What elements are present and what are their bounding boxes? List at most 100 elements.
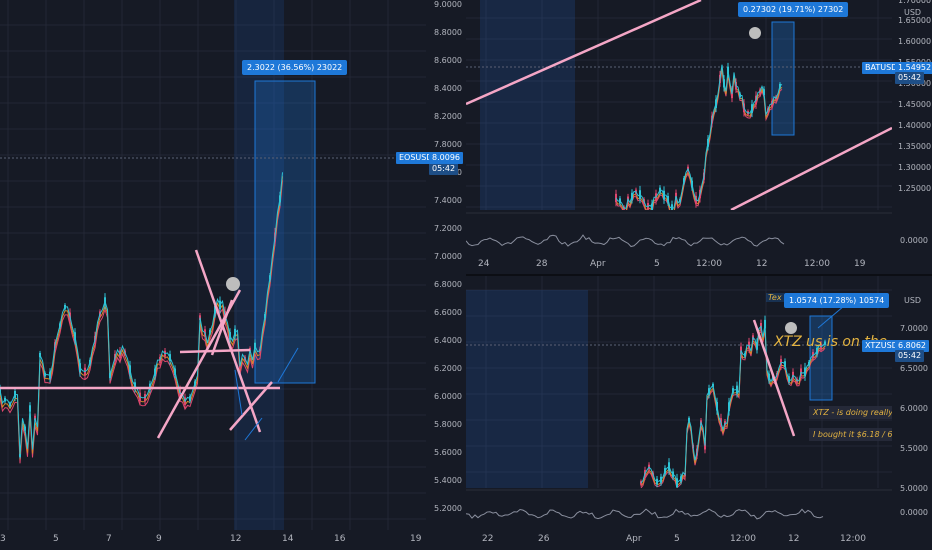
tr-time-tick: 12:00 [696, 259, 722, 269]
tr-time-tick: 24 [478, 259, 490, 269]
bottom-right-time-axis[interactable]: 22 26 Apr 5 12:00 12 12:00 [466, 530, 892, 550]
br-price-tick: 5.0000 [900, 484, 928, 493]
tr-price-line [615, 64, 783, 209]
bottom-right-chart-canvas[interactable] [466, 276, 892, 530]
left-price-tick: 6.8000 [434, 280, 462, 289]
tr-ma-orange [615, 67, 783, 212]
br-time-tick: 12:00 [730, 534, 756, 544]
left-time-tick: 3 [0, 534, 6, 544]
br-time-tick: 26 [538, 534, 550, 544]
top-right-chart-pane[interactable]: 0.27302 (19.71%) 27302 [466, 0, 892, 256]
tr-last-price: 1.54952 [898, 63, 932, 72]
left-time-tick: 19 [410, 534, 422, 544]
left-time-axis[interactable]: 3 5 7 9 12 14 16 19 [0, 530, 426, 550]
br-time-tick: 5 [674, 534, 680, 544]
tr-osc-tick: 0.0000 [900, 236, 928, 245]
left-countdown: 05:42 [432, 164, 456, 173]
left-price-tick: 9.0000 [434, 0, 462, 9]
left-price-tick: 5.8000 [434, 420, 462, 429]
tr-time-tick: Apr [590, 259, 606, 269]
left-price-tick: 7.4000 [434, 196, 462, 205]
tr-measure-box [771, 21, 795, 136]
br-text-note[interactable]: Tex [766, 293, 784, 302]
br-price-tick: 6.0000 [900, 404, 928, 413]
tr-price-tick: 1.60000 [898, 37, 932, 46]
tr-time-tick: 19 [854, 259, 866, 269]
left-price-tick: 6.0000 [434, 392, 462, 401]
left-time-tick: 14 [282, 534, 294, 544]
tr-time-tick: 5 [654, 259, 660, 269]
left-time-tick: 12 [230, 534, 242, 544]
left-price-tick: 8.4000 [434, 84, 462, 93]
br-time-tick: Apr [626, 534, 642, 544]
left-price-tick: 5.6000 [434, 448, 462, 457]
left-measure-box [254, 80, 316, 384]
tr-osc-bg [466, 210, 892, 256]
tr-measure-label: 0.27302 (19.71%) 27302 [738, 2, 849, 17]
tr-trend-lower [730, 126, 892, 212]
br-last-price: 6.8062 [898, 341, 926, 350]
left-chart-pane[interactable]: 2.3022 (36.56%) 23022 EOSUSD 8.0096 [0, 0, 426, 550]
left-time-tick: 7 [106, 534, 112, 544]
tr-price-tick: 1.30000 [898, 163, 932, 172]
left-price-tick: 8.6000 [434, 56, 462, 65]
br-marker-circle [785, 322, 797, 334]
br-note-2[interactable]: I bought it $6.18 / 6.1 [809, 428, 892, 441]
left-price-tick: 7.2000 [434, 224, 462, 233]
left-price-axis[interactable]: 9.00008.80008.60008.40008.20007.80007.60… [426, 0, 466, 550]
top-right-chart-canvas[interactable] [466, 0, 892, 256]
left-time-tick: 16 [334, 534, 346, 544]
tr-symbol: BATUSD [865, 63, 898, 72]
br-symbol: XTZUSD [865, 341, 898, 350]
left-price-tick: 6.6000 [434, 308, 462, 317]
br-note-1[interactable]: XTZ - is doing really w [809, 406, 892, 419]
top-right-price-axis[interactable]: 1.650001.600001.550001.500001.450001.400… [892, 0, 932, 256]
left-measure-label: 2.3022 (36.56%) 23022 [242, 60, 348, 75]
top-right-time-axis[interactable]: 24 28 Apr 5 12:00 12 12:00 19 [466, 256, 892, 274]
br-countdown: 05:42 [898, 351, 922, 360]
tr-price-tick: 1.25000 [898, 184, 932, 193]
left-price-tick: 7.0000 [434, 252, 462, 261]
tr-highlight-zone [480, 0, 575, 210]
tr-price-tick: 1.65000 [898, 16, 932, 25]
tr-price-tick: 1.45000 [898, 100, 932, 109]
br-osc-bg [466, 488, 892, 530]
br-time-tick: 12 [788, 534, 800, 544]
tr-price-tick: 1.40000 [898, 121, 932, 130]
left-price-tick: 8.2000 [434, 112, 462, 121]
br-countdown-tag: 05:42 [895, 350, 925, 362]
bottom-right-price-axis[interactable]: 7.0000 6.5000 6.0000 5.5000 5.0000 0.0000 [892, 276, 932, 530]
br-price-tick: 7.0000 [900, 324, 928, 333]
br-time-tick: 22 [482, 534, 494, 544]
left-price-axis-tag: 8.0096 [429, 152, 463, 164]
left-price-tick: 6.2000 [434, 364, 462, 373]
left-time-tick: 9 [156, 534, 162, 544]
left-price-tick: 5.4000 [434, 476, 462, 485]
tr-marker-circle [749, 27, 761, 39]
tr-price-tick: 1.35000 [898, 142, 932, 151]
br-highlight-zone [466, 290, 588, 488]
tr-time-tick: 12:00 [804, 259, 830, 269]
br-time-tick: 12:00 [840, 534, 866, 544]
tr-countdown: 05:42 [898, 73, 922, 82]
bottom-right-chart-pane[interactable]: Tex 1.0574 (17.28%) 10574 XTZ us is on t… [466, 276, 892, 530]
left-price-axis-value: 8.0096 [432, 153, 460, 162]
tr-top-tick: 1.70000 [898, 0, 932, 5]
br-price-tick: 5.5000 [900, 444, 928, 453]
left-price-tick: 6.4000 [434, 336, 462, 345]
tr-currency: USD [904, 8, 922, 17]
br-currency: USD [904, 296, 922, 305]
br-price-tick: 6.5000 [900, 364, 928, 373]
left-symbol-axis: EOSUSD [399, 153, 433, 162]
tr-time-tick: 28 [536, 259, 548, 269]
br-measure-label: 1.0574 (17.28%) 10574 [784, 293, 890, 308]
tr-countdown-tag: 05:42 [895, 72, 925, 84]
left-marker-circle [226, 277, 240, 291]
left-chart-canvas[interactable] [0, 0, 426, 550]
left-price-tick: 8.8000 [434, 28, 462, 37]
left-price-tick: 7.8000 [434, 140, 462, 149]
left-price-tick: 5.2000 [434, 504, 462, 513]
left-countdown-tag: 05:42 [429, 163, 459, 175]
br-osc-tick: 0.0000 [900, 508, 928, 517]
left-time-tick: 5 [53, 534, 59, 544]
